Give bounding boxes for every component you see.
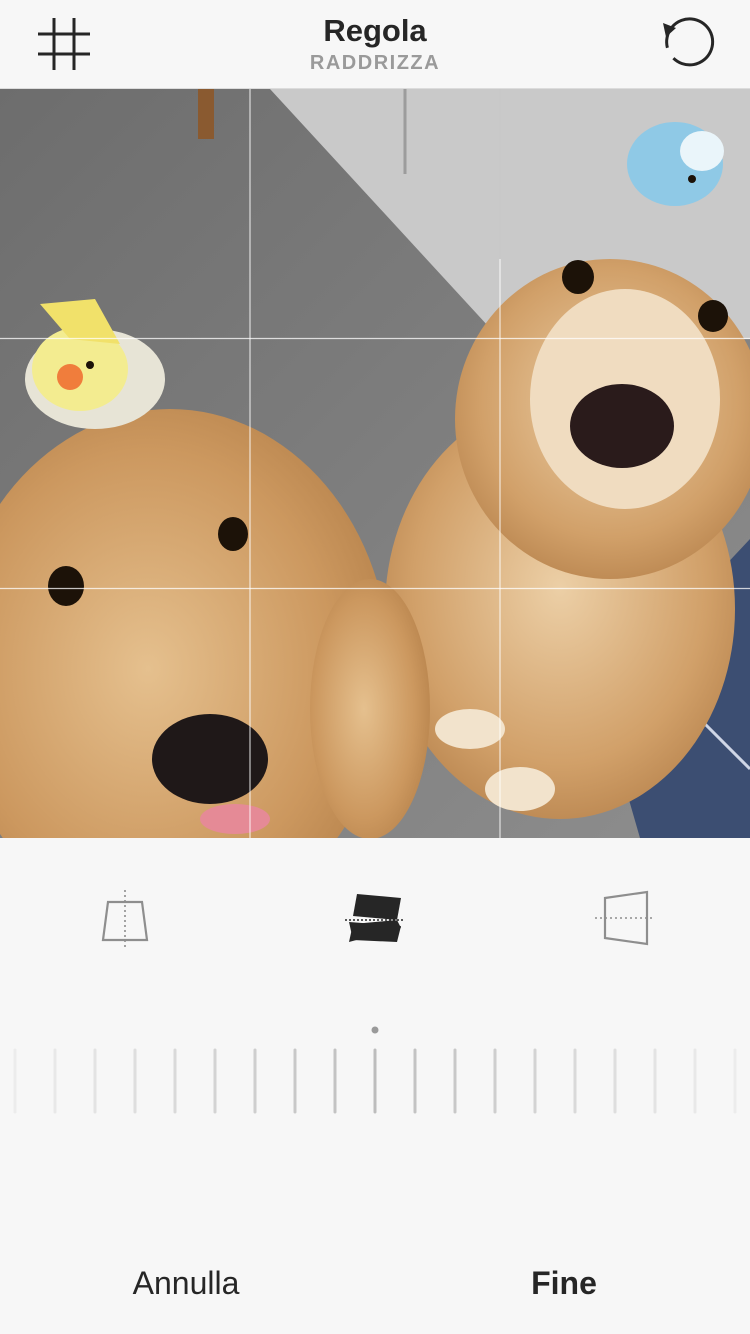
top-bar: Regola RADDRIZZA (0, 0, 750, 89)
photo-preview[interactable] (0, 89, 750, 838)
vertical-perspective-icon[interactable] (85, 880, 165, 960)
rotate-reset-icon[interactable] (656, 14, 716, 74)
horizontal-perspective-icon[interactable] (585, 880, 665, 960)
adjust-mode-bar (0, 880, 750, 960)
footer-bar: Annulla Fine (0, 1240, 750, 1330)
cancel-button[interactable]: Annulla (56, 1258, 316, 1308)
header-title-group: Regola RADDRIZZA (0, 12, 750, 76)
page-title: Regola (323, 13, 427, 48)
dial-indicator-dot (371, 1026, 379, 1034)
straighten-icon[interactable] (335, 880, 415, 960)
straighten-dial[interactable] (0, 1020, 750, 1130)
done-button[interactable]: Fine (434, 1258, 694, 1308)
page-subtitle: RADDRIZZA (309, 52, 441, 74)
